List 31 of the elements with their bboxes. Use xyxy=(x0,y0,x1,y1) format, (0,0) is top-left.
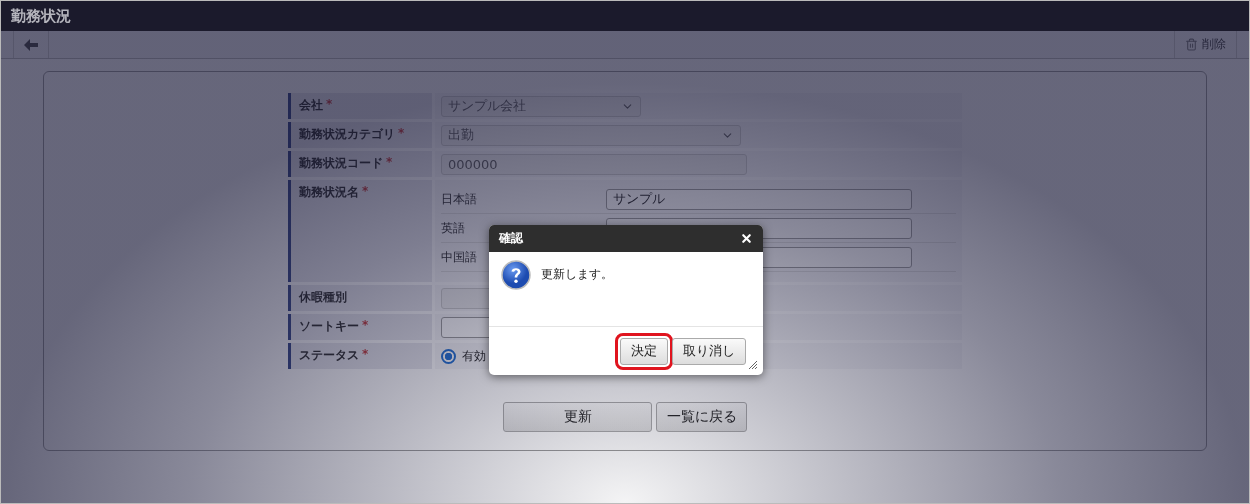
update-button[interactable]: 更新 xyxy=(503,402,652,432)
question-icon xyxy=(501,260,531,290)
required-mark: * xyxy=(386,155,393,169)
back-to-list-button[interactable]: 一覧に戻る xyxy=(656,402,747,432)
trash-icon xyxy=(1185,38,1198,51)
dialog-message: 更新します。 xyxy=(541,266,613,283)
close-icon[interactable] xyxy=(740,232,753,245)
cancel-button[interactable]: 取り消し xyxy=(672,337,746,365)
resize-grip-icon[interactable] xyxy=(749,361,757,369)
radio-label: 有効 xyxy=(462,347,486,365)
required-mark: * xyxy=(362,347,369,361)
language-label: 英語 xyxy=(441,219,466,237)
field-label: 勤務状況カテゴリ xyxy=(299,126,395,143)
field-label: ソートキー xyxy=(299,318,359,335)
dialog-title: 確認 xyxy=(499,230,523,247)
required-mark: * xyxy=(326,97,333,111)
arrow-left-icon xyxy=(24,38,38,51)
field-label: 会社 xyxy=(299,97,323,114)
back-button[interactable] xyxy=(13,31,49,58)
field-label: ステータス xyxy=(299,347,359,364)
input-field[interactable]: サンプル xyxy=(606,188,912,210)
field-label: 勤務状況名 xyxy=(299,184,359,201)
field-label: 勤務状況コード xyxy=(299,155,383,172)
language-label: 中国語 xyxy=(441,248,478,266)
required-mark: * xyxy=(398,126,405,140)
radio-button[interactable] xyxy=(441,348,456,364)
required-mark: * xyxy=(362,318,369,332)
required-mark: * xyxy=(362,184,369,198)
language-label: 日本語 xyxy=(441,190,478,208)
field-label: 休暇種別 xyxy=(299,289,347,306)
page-title: 勤務状況 xyxy=(11,6,71,26)
